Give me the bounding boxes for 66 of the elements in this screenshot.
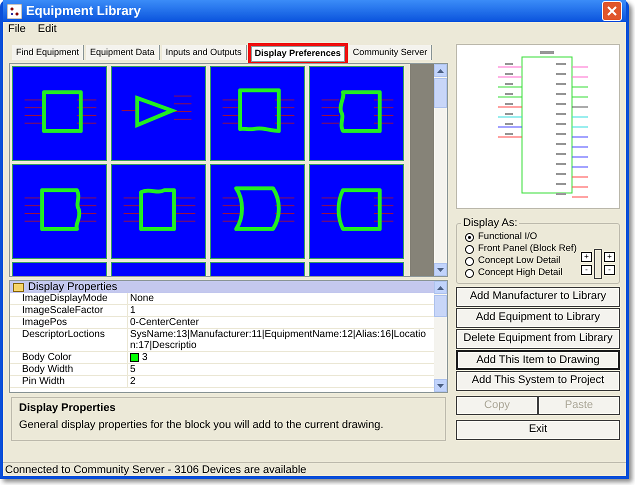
radio-label[interactable]: Concept Low Detail bbox=[478, 254, 560, 268]
description-text: General display properties for the block you will add to the current drawing. bbox=[19, 418, 384, 432]
tab[interactable]: Display Preferences bbox=[250, 46, 345, 62]
radio-button[interactable] bbox=[465, 244, 474, 254]
action-button[interactable]: Add This Item to Drawing bbox=[456, 350, 620, 370]
scrollbar[interactable] bbox=[434, 64, 447, 276]
scrollbar-thumb[interactable] bbox=[434, 78, 447, 108]
small-button[interactable]: + bbox=[604, 252, 615, 262]
property-value[interactable]: SysName:13|Manufacturer:11|EquipmentName:12|Alias:16|Location:17|Descriptio bbox=[130, 329, 434, 351]
down-arrow-icon bbox=[437, 384, 444, 388]
scrollbar[interactable] bbox=[434, 281, 447, 392]
radio-label[interactable]: Functional I/O bbox=[478, 230, 538, 244]
tab[interactable]: Inputs and Outputs bbox=[162, 45, 247, 60]
app-icon bbox=[7, 4, 22, 18]
folder-icon bbox=[13, 282, 24, 292]
description-title: Display Properties bbox=[19, 401, 117, 416]
action-button[interactable]: Delete Equipment from Library bbox=[456, 328, 620, 348]
tab[interactable]: Find Equipment bbox=[12, 45, 84, 60]
radio-button[interactable] bbox=[465, 256, 474, 266]
property-name: Pin Width bbox=[10, 376, 128, 387]
action-button[interactable]: Add This System to Project bbox=[456, 370, 620, 390]
tab[interactable]: Community Server bbox=[348, 45, 432, 60]
down-arrow-icon bbox=[437, 268, 444, 272]
symbol-tile[interactable] bbox=[111, 164, 206, 259]
group-legend: Display As: bbox=[461, 215, 520, 232]
close-icon bbox=[607, 6, 617, 16]
menu-item[interactable]: File bbox=[8, 20, 26, 38]
property-value[interactable]: 5 bbox=[130, 364, 136, 375]
up-arrow-icon bbox=[437, 286, 444, 290]
property-name: ImageDisplayMode bbox=[10, 293, 128, 304]
menu-item[interactable]: Edit bbox=[38, 20, 57, 38]
symbol-tile[interactable] bbox=[12, 164, 107, 259]
property-name: ImageScaleFactor bbox=[10, 305, 128, 316]
property-name: DescriptorLoctions bbox=[10, 329, 128, 351]
radio-button[interactable] bbox=[465, 268, 474, 278]
symbol-tile[interactable] bbox=[111, 66, 206, 161]
exit-button[interactable]: Exit bbox=[456, 420, 620, 440]
property-name: Body Width bbox=[10, 364, 128, 375]
radio-button[interactable] bbox=[465, 232, 474, 242]
symbol-tile[interactable] bbox=[309, 164, 404, 259]
bracket-drawing bbox=[594, 248, 602, 278]
small-button[interactable]: - bbox=[581, 265, 592, 275]
tab[interactable]: Equipment Data bbox=[86, 45, 160, 60]
action-button[interactable]: Add Equipment to Library bbox=[456, 308, 620, 328]
status-bar: Connected to Community Server - 3106 Devices are available bbox=[3, 462, 626, 476]
symbol-tile[interactable] bbox=[210, 66, 305, 161]
symbol-tile[interactable] bbox=[12, 66, 107, 161]
symbol-tile[interactable] bbox=[210, 164, 305, 259]
property-value[interactable]: 1 bbox=[130, 305, 136, 316]
scrollbar-thumb[interactable] bbox=[434, 295, 447, 317]
property-value[interactable]: 2 bbox=[130, 376, 136, 387]
action-button[interactable]: Add Manufacturer to Library bbox=[456, 286, 620, 306]
property-value[interactable]: 0-CenterCenter bbox=[130, 317, 199, 328]
property-name: Body Color bbox=[10, 352, 128, 363]
small-button[interactable]: - bbox=[604, 265, 615, 275]
window-title: Equipment Library bbox=[26, 2, 142, 20]
radio-label[interactable]: Front Panel (Block Ref) bbox=[478, 242, 577, 256]
small-button[interactable]: + bbox=[581, 252, 592, 262]
symbol-tile[interactable] bbox=[309, 66, 404, 161]
property-value[interactable]: 3 bbox=[142, 352, 148, 363]
property-value[interactable]: None bbox=[130, 293, 154, 304]
close-button[interactable] bbox=[602, 1, 622, 21]
up-arrow-icon bbox=[437, 68, 444, 72]
radio-label[interactable]: Concept High Detail bbox=[478, 266, 562, 280]
block-symbol-drawing bbox=[121, 95, 192, 128]
property-name: ImagePos bbox=[10, 317, 128, 328]
